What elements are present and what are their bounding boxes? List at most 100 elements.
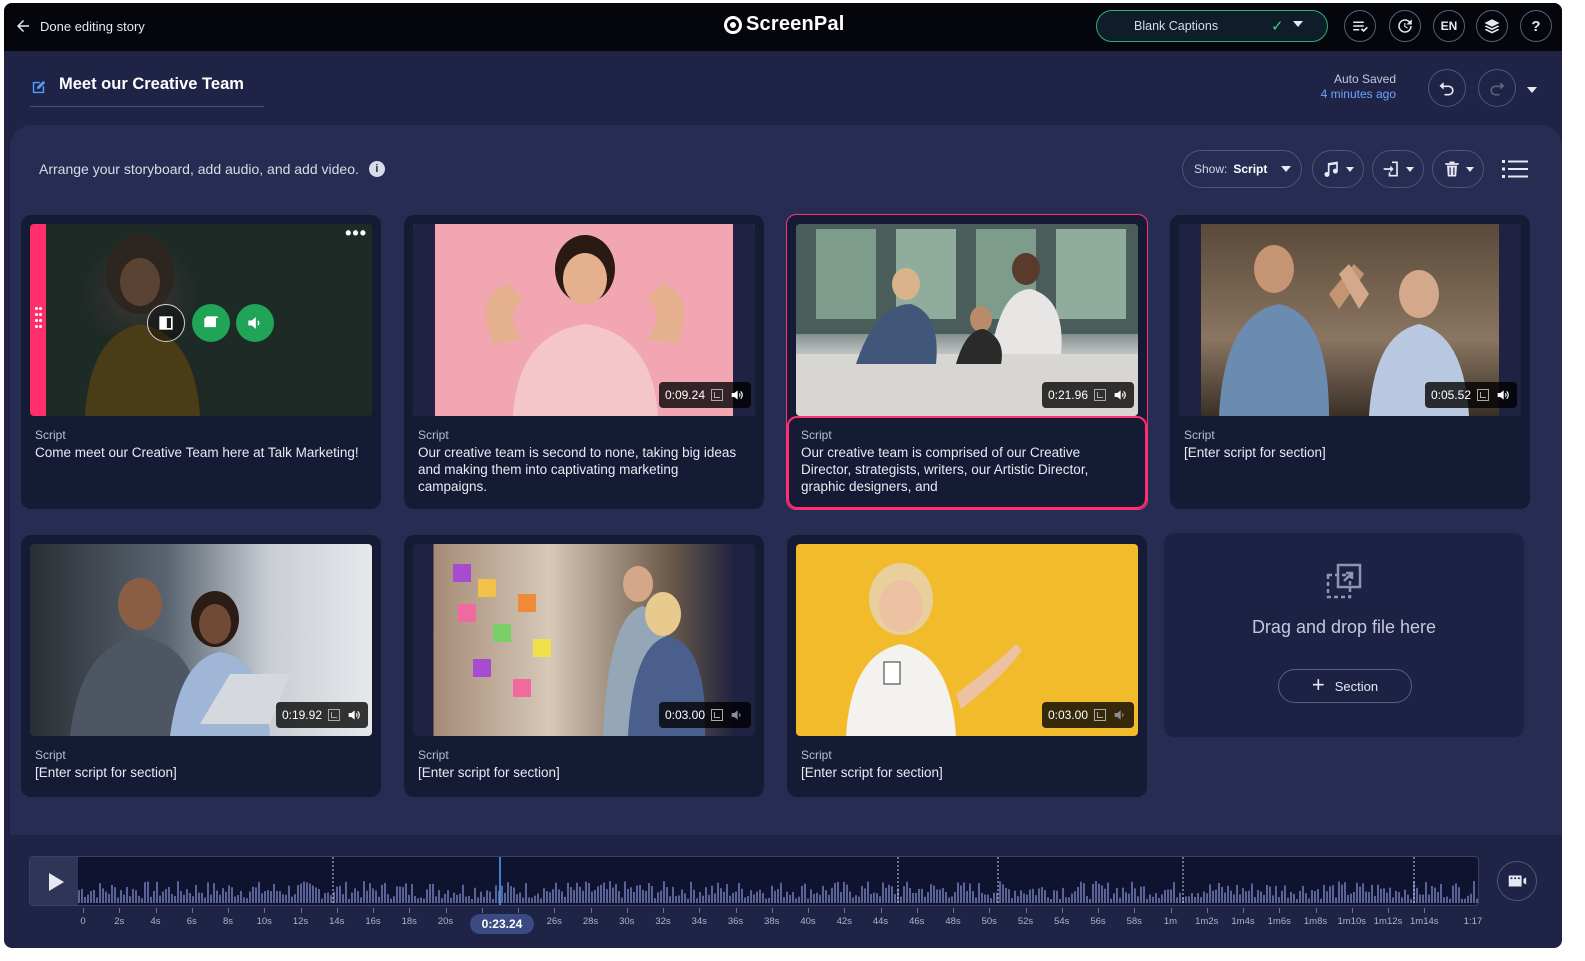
waveform-bar [129, 896, 131, 903]
waveform-bar [882, 882, 884, 903]
waveform-bar [1464, 898, 1466, 903]
section-thumbnail-3[interactable]: 0:21.96 [796, 224, 1138, 416]
playhead-time[interactable]: 0:23.24 [470, 914, 534, 934]
play-button[interactable] [30, 857, 78, 905]
help-button[interactable]: ? [1520, 10, 1552, 42]
script-text[interactable]: [Enter script for section] [1184, 444, 1514, 461]
list-view-button[interactable] [1502, 159, 1528, 184]
script-text[interactable]: [Enter script for section] [418, 764, 748, 781]
duration-badge[interactable]: 0:03.00 [1041, 702, 1134, 728]
waveform-bar [105, 891, 107, 903]
duration-badge[interactable]: 0:03.00 [658, 702, 751, 728]
waveform-bar [750, 890, 752, 903]
waveform-bar [1134, 888, 1136, 903]
section-thumbnail-4[interactable]: 0:05.52 [1179, 224, 1521, 416]
import-button[interactable] [1372, 150, 1424, 188]
waveform-bar [1317, 889, 1319, 903]
duration-text: 0:09.24 [664, 388, 705, 402]
section-thumbnail-2[interactable]: 0:09.24 [413, 224, 755, 416]
waveform-bar [207, 882, 209, 903]
section-card-7[interactable]: 0:03.00 Script [Enter script for section… [787, 535, 1147, 797]
more-options-icon[interactable]: ••• [345, 224, 367, 242]
story-title[interactable]: Meet our Creative Team [30, 75, 264, 107]
history-button[interactable] [1389, 10, 1421, 42]
tick-label: 56s [1090, 916, 1106, 927]
waveform-bar [282, 894, 284, 903]
show-dropdown[interactable]: Show: Script [1182, 150, 1302, 188]
waveform-bar [132, 888, 134, 903]
info-icon[interactable]: i [368, 161, 385, 177]
waveform-bar [960, 885, 962, 903]
drop-zone[interactable]: Drag and drop file here + Section [1164, 533, 1524, 737]
waveform-bar [810, 889, 812, 903]
play-icon [48, 873, 64, 891]
tick-label: 52s [1017, 916, 1034, 927]
add-section-button[interactable]: + Section [1278, 669, 1412, 703]
duration-badge[interactable]: 0:21.96 [1041, 382, 1134, 408]
render-button[interactable] [1497, 861, 1537, 901]
language-button[interactable]: EN [1433, 10, 1465, 42]
waveform-bar [168, 886, 170, 903]
waveform-bar [987, 894, 989, 903]
music-note-icon [1324, 161, 1338, 177]
waveform-bar [642, 889, 644, 903]
done-editing-button[interactable]: Done editing story [14, 17, 145, 35]
duration-badge[interactable]: 0:05.52 [1424, 382, 1517, 408]
waveform-bar [441, 898, 443, 903]
chevron-down-icon [1293, 21, 1303, 27]
section-card-4[interactable]: 0:05.52 Script [Enter script for section… [1170, 215, 1530, 509]
waveform-bar [1461, 898, 1463, 903]
waveform-bar [1236, 884, 1238, 903]
waveform-bar [336, 886, 338, 903]
captions-dropdown[interactable]: Blank Captions ✓ [1096, 10, 1328, 42]
audio-toggle-button[interactable] [236, 304, 274, 342]
add-media-button[interactable] [192, 304, 230, 342]
script-text[interactable]: [Enter script for section] [801, 764, 1131, 781]
section-card-1[interactable]: ••• Script Come meet our Creative Team h… [21, 215, 381, 509]
waveform-bar [744, 897, 746, 903]
section-card-6[interactable]: 0:03.00 Script [Enter script for section… [404, 535, 764, 797]
waveform-bar [726, 884, 728, 903]
transition-button[interactable] [147, 304, 185, 342]
timeline[interactable] [29, 856, 1479, 906]
fit-icon [328, 709, 340, 721]
waveform-bar [1404, 889, 1406, 903]
section-thumbnail-5[interactable]: 0:19.92 [30, 544, 372, 736]
waveform-bar [1098, 883, 1100, 903]
waveform-bar [1467, 895, 1469, 903]
duration-badge[interactable]: 0:19.92 [275, 702, 368, 728]
undo-button[interactable] [1428, 69, 1466, 107]
waveform-bar [1077, 886, 1079, 903]
waveform-bar [414, 895, 416, 903]
waveform-bar [1041, 887, 1043, 903]
section-card-3[interactable]: 0:21.96 Script Our creative team is comp… [787, 215, 1147, 509]
waveform-bar [930, 884, 932, 903]
waveform-bar [813, 893, 815, 903]
section-card-5[interactable]: 0:19.92 Script [Enter script for section… [21, 535, 381, 797]
waveform-bar [534, 895, 536, 903]
waveform-bar [1383, 888, 1385, 903]
script-text[interactable]: [Enter script for section] [35, 764, 365, 781]
layers-button[interactable] [1476, 10, 1508, 42]
script-text[interactable]: Our creative team is second to none, tak… [418, 444, 748, 495]
delete-button[interactable] [1432, 150, 1484, 188]
script-text[interactable]: Our creative team is comprised of our Cr… [801, 444, 1131, 495]
captions-list-button[interactable] [1344, 10, 1376, 42]
duration-badge[interactable]: 0:09.24 [658, 382, 751, 408]
tick-mark [844, 908, 846, 913]
script-text[interactable]: Come meet our Creative Team here at Talk… [35, 444, 365, 461]
waveform-bar [540, 898, 542, 903]
waveform-bar [1269, 886, 1271, 903]
section-thumbnail-7[interactable]: 0:03.00 [796, 544, 1138, 736]
waveform-bar [1029, 889, 1031, 903]
waveform-bar [1164, 890, 1166, 903]
audio-waveform[interactable] [78, 857, 1478, 906]
section-thumbnail-6[interactable]: 0:03.00 [413, 544, 755, 736]
section-card-2[interactable]: 0:09.24 Script Our creative team is seco… [404, 215, 764, 509]
tick-mark [264, 908, 266, 913]
more-options-caret-icon[interactable] [1527, 87, 1537, 93]
redo-button[interactable] [1478, 69, 1516, 107]
waveform-bar [1401, 897, 1403, 903]
tick-label: 48s [945, 916, 961, 927]
audio-button[interactable] [1312, 150, 1364, 188]
